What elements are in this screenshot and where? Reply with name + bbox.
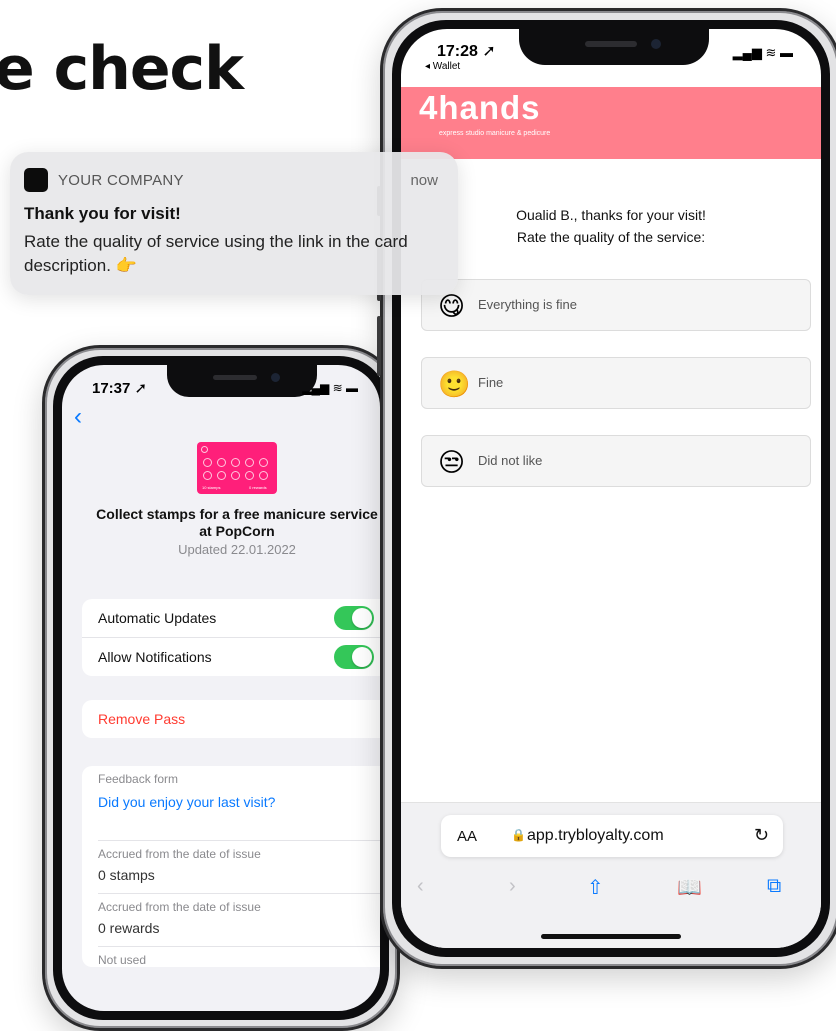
smile-face-icon: 🙂 [438,369,471,399]
location-arrow-icon: ➚ [482,43,496,60]
allow-notifications-toggle[interactable] [334,645,374,669]
address-bar[interactable]: AA 🔒 app.trybloyalty.com ↻ [441,815,783,857]
stamp-circle [259,471,268,480]
feedback-screen: 17:28 ➚ ◂ Wallet ▂▄▆ ≋ ▬ 4hands express … [401,29,821,948]
headline: e check [0,34,244,104]
feedback-link[interactable]: Did you enjoy your last visit? [98,786,380,841]
unamused-face-icon: 😒 [438,447,466,477]
back-chevron-icon[interactable]: ‹ [74,403,82,431]
push-notification[interactable]: YOUR COMPANY now Thank you for visit! Ra… [10,152,458,295]
share-icon[interactable]: ⇧ [587,875,604,900]
rating-option-everything-fine[interactable]: 😋 Everything is fine [421,279,811,331]
feedback-form-label: Feedback form [98,772,179,786]
phone-feedback-page: 17:28 ➚ ◂ Wallet ▂▄▆ ≋ ▬ 4hands express … [377,8,836,969]
forward-arrow-icon[interactable]: › [509,875,516,898]
rating-option-label: Everything is fine [478,297,577,312]
accrued-rewards-label: Accrued from the date of issue [98,900,261,914]
stamp-circle [203,471,212,480]
allow-notifications-label: Allow Notifications [98,649,212,665]
pass-settings-group: Automatic Updates Allow Notifications [82,599,380,676]
home-indicator [541,934,681,939]
remove-pass-button[interactable]: Remove Pass [82,700,380,738]
reload-icon[interactable]: ↻ [754,825,769,846]
front-camera [271,373,280,382]
phone-notch [167,365,317,397]
safari-toolbar: AA 🔒 app.trybloyalty.com ↻ ‹ › ⇧ 📖 ⧉ [401,802,821,948]
automatic-updates-label: Automatic Updates [98,610,217,626]
back-arrow-icon[interactable]: ‹ [417,875,424,898]
brand-tagline: express studio manicure & pedicure [439,130,551,137]
pass-thumbnail: 10 stamps 0 rewards [197,442,277,494]
pass-title: Collect stamps for a free manicure servi… [96,506,378,539]
signal-icon: ▂▄▆ [732,45,762,60]
wifi-icon: ≋ [765,45,777,60]
status-time: 17:37 ➚ [92,380,148,397]
volume-down-button [377,316,381,376]
pass-stamps-caption: 10 stamps [202,485,221,490]
wifi-icon: ≋ [332,381,343,395]
location-arrow-icon: ➚ [134,380,148,397]
stamp-circle [217,471,226,480]
accrued-stamps-value: 0 stamps [98,861,380,894]
pass-rewards-caption: 0 rewards [249,485,267,490]
rating-option-did-not-like[interactable]: 😒 Did not like [421,435,811,487]
notification-body: Rate the quality of service using the li… [24,232,408,275]
automatic-updates-row: Automatic Updates [82,599,380,637]
company-app-icon [24,168,48,192]
rating-option-fine[interactable]: 🙂 Fine [421,357,811,409]
stamp-circle [203,458,212,467]
back-to-wallet-link[interactable]: ◂ Wallet [425,61,460,72]
rating-option-label: Did not like [478,453,543,468]
stamp-circle [259,458,268,467]
speaker-grille [213,375,257,380]
rating-option-label: Fine [478,375,504,390]
lock-icon: 🔒 [511,828,526,842]
pass-details-group: Feedback form Did you enjoy your last vi… [82,766,380,967]
automatic-updates-toggle[interactable] [334,606,374,630]
text-size-button[interactable]: AA [457,828,477,845]
battery-icon: ▬ [346,381,358,395]
notification-company: YOUR COMPANY [58,172,184,189]
status-icons: ▂▄▆ ≋ ▬ [302,381,358,395]
brand-header: 4hands express studio manicure & pedicur… [401,87,821,159]
front-camera [651,39,661,49]
accrued-rewards-value: 0 rewards [98,914,380,947]
tabs-icon[interactable]: ⧉ [767,875,781,898]
stamp-circle [231,471,240,480]
speaker-grille [585,41,637,47]
notification-title: Thank you for visit! [24,204,181,223]
phone-wallet-pass: 17:37 ➚ ▂▄▆ ≋ ▬ ‹ 10 stamps 0 rewards Co… [42,345,400,1031]
status-time: 17:28 ➚ [437,43,496,60]
greeting-text: Oualid B., thanks for your visit! Rate t… [401,204,821,248]
allow-notifications-row: Allow Notifications [82,637,380,676]
yum-face-icon: 😋 [438,291,466,321]
brand-logo: 4hands [419,89,541,126]
not-used-label: Not used [98,953,147,967]
stamp-circle [245,458,254,467]
url-text: app.trybloyalty.com [527,827,664,844]
phone-notch [519,29,709,65]
signal-icon: ▂▄▆ [302,381,330,395]
remove-pass-group: Remove Pass [82,700,380,738]
bookmarks-icon[interactable]: 📖 [677,875,702,900]
pass-logo-icon [201,446,208,453]
stamp-circle [231,458,240,467]
stamp-circle [217,458,226,467]
greeting-line-1: Oualid B., thanks for your visit! [516,207,706,223]
accrued-stamps-label: Accrued from the date of issue [98,847,261,861]
pass-updated-date: Updated 22.01.2022 [178,542,296,557]
status-icons: ▂▄▆ ≋ ▬ [733,45,793,61]
wallet-pass-screen: 17:37 ➚ ▂▄▆ ≋ ▬ ‹ 10 stamps 0 rewards Co… [62,365,380,1011]
battery-icon: ▬ [780,45,793,60]
notification-time: now [410,172,438,189]
greeting-line-2: Rate the quality of the service: [516,229,706,245]
stamp-circle [245,471,254,480]
